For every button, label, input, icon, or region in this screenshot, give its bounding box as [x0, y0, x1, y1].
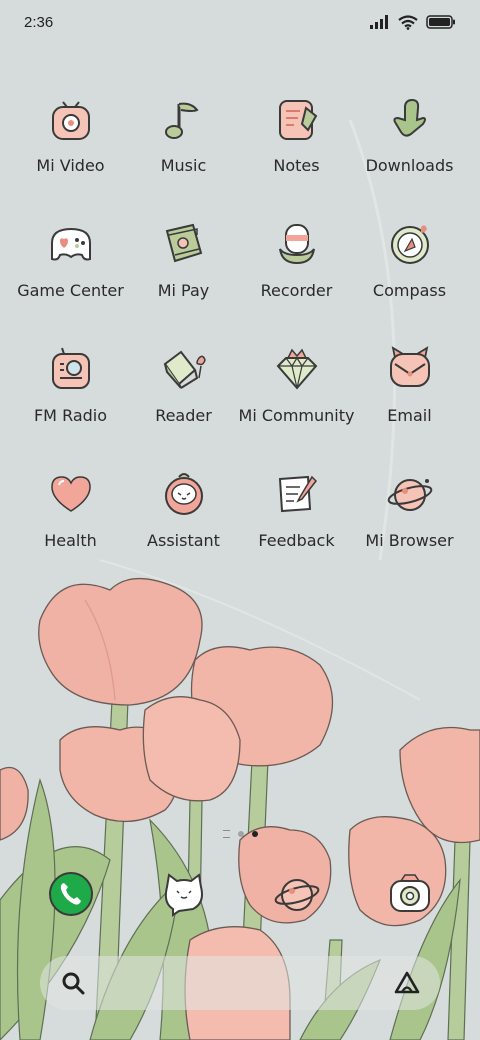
gamepad-icon — [50, 227, 91, 261]
app-mi-pay[interactable]: Mi Pay — [127, 217, 240, 342]
status-bar: 2:36 — [0, 0, 480, 44]
camera-icon — [389, 874, 430, 912]
app-label: Recorder — [260, 281, 333, 300]
compass-icon — [390, 225, 429, 264]
app-label: Downloads — [365, 156, 454, 175]
diamond-icon — [276, 348, 317, 390]
planet-icon — [274, 879, 319, 911]
assistant-button[interactable] — [390, 966, 424, 1000]
app-label: Email — [387, 406, 432, 425]
recorder-icon — [278, 224, 315, 265]
download-icon — [392, 98, 426, 137]
app-label: FM Radio — [33, 406, 108, 425]
menu-lines-icon — [222, 830, 230, 838]
radio-icon — [51, 347, 90, 389]
app-assistant[interactable]: Assistant — [127, 467, 240, 592]
app-game-center[interactable]: Game Center — [14, 217, 127, 342]
dock-camera[interactable] — [382, 866, 438, 922]
page-dot — [237, 831, 244, 837]
assistant-icon — [164, 473, 203, 515]
app-label: Compass — [372, 281, 447, 300]
book-icon — [163, 350, 206, 389]
app-music[interactable]: Music — [127, 92, 240, 217]
app-downloads[interactable]: Downloads — [353, 92, 466, 217]
dock-browser[interactable] — [269, 866, 325, 922]
search-bar[interactable] — [40, 956, 440, 1010]
app-label: Notes — [273, 156, 320, 175]
cat-chat-icon — [164, 873, 203, 917]
search-icon — [62, 972, 85, 995]
dock — [14, 866, 466, 922]
app-feedback[interactable]: Feedback — [240, 467, 353, 592]
app-fm-radio[interactable]: FM Radio — [14, 342, 127, 467]
video-icon — [51, 101, 90, 140]
page-indicator[interactable] — [0, 830, 480, 838]
dock-messaging[interactable] — [156, 866, 212, 922]
app-label: Health — [44, 531, 97, 550]
app-label: Mi Browser — [365, 531, 454, 550]
signal-icon — [370, 15, 388, 29]
email-icon — [389, 346, 430, 387]
app-mi-video[interactable]: Mi Video — [14, 92, 127, 217]
status-icons — [370, 14, 456, 30]
page-dot-active — [251, 831, 258, 837]
app-notes[interactable]: Notes — [240, 92, 353, 217]
assistant-triangle-icon — [394, 971, 420, 994]
notes-icon — [278, 100, 317, 140]
app-email[interactable]: Email — [353, 342, 466, 467]
app-mi-browser[interactable]: Mi Browser — [353, 467, 466, 592]
clock: 2:36 — [24, 13, 54, 31]
app-label: Reader — [155, 406, 212, 425]
app-health[interactable]: Health — [14, 467, 127, 592]
app-label: Mi Video — [36, 156, 105, 175]
app-label: Feedback — [258, 531, 335, 550]
app-reader[interactable]: Reader — [127, 342, 240, 467]
wallet-icon — [165, 223, 202, 263]
app-grid: Mi Video Music Notes Downloads Game Cent… — [14, 92, 466, 592]
app-mi-community[interactable]: Mi Community — [238, 342, 355, 467]
app-compass[interactable]: Compass — [353, 217, 466, 342]
planet-icon — [387, 479, 432, 511]
app-label: Mi Pay — [157, 281, 210, 300]
heart-icon — [50, 476, 91, 512]
phone-icon — [48, 872, 93, 916]
music-note-icon — [164, 102, 199, 139]
app-label: Assistant — [147, 531, 220, 550]
wifi-icon — [398, 14, 418, 30]
app-recorder[interactable]: Recorder — [240, 217, 353, 342]
app-label: Mi Community — [238, 406, 355, 425]
app-label: Game Center — [17, 281, 124, 300]
app-label: Music — [160, 156, 207, 175]
dock-phone[interactable] — [43, 866, 99, 922]
feedback-icon — [278, 475, 317, 513]
battery-icon — [426, 15, 455, 29]
search-button[interactable] — [56, 966, 90, 1000]
